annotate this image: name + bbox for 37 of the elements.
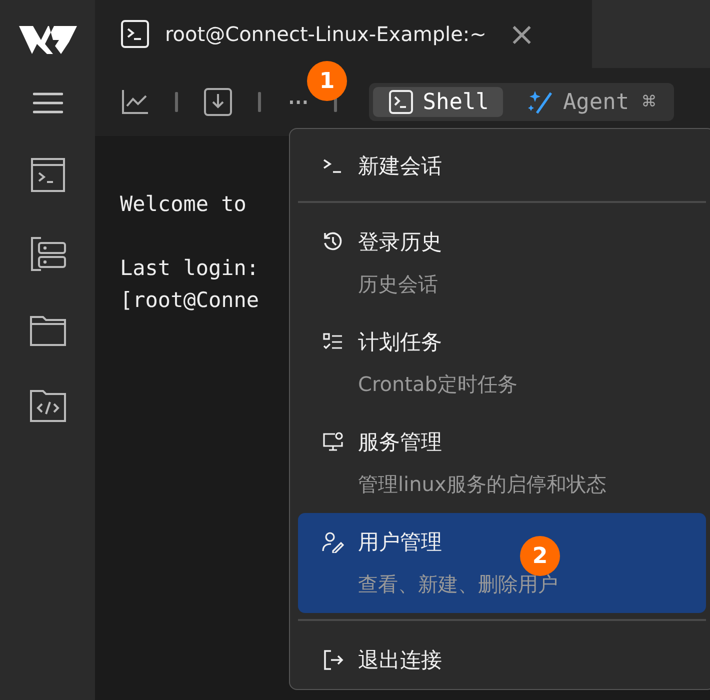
menu-item[interactable]: 服务管理 管理linux服务的启停和状态 (298, 413, 706, 513)
menu-item-title: 新建会话 (358, 153, 442, 179)
menu-item-title: 服务管理 (358, 429, 442, 455)
menu-item-title: 登录历史 (358, 229, 442, 255)
menu-icon[interactable] (32, 92, 62, 114)
menu-item-subtitle: Crontab定时任务 (358, 371, 518, 397)
menu-item[interactable]: 计划任务 Crontab定时任务 (298, 313, 706, 413)
server-icon[interactable] (28, 236, 66, 272)
mode-tab[interactable]: Shell (372, 87, 503, 117)
sparkle-icon (526, 89, 553, 115)
code-folder-icon[interactable] (30, 390, 66, 422)
monitor-gear-icon (322, 431, 344, 453)
session-tab[interactable]: root@Connect-Linux-Example:~ × (95, 0, 592, 68)
menu-item-title: 计划任务 (358, 329, 442, 355)
menu-item[interactable]: 退出连接 (298, 631, 706, 689)
logout-icon (322, 649, 344, 671)
mode-tab[interactable]: Agent ⌘ (510, 87, 670, 117)
terminal-icon (388, 90, 413, 114)
chart-icon[interactable] (121, 89, 149, 115)
terminal-icon (121, 20, 149, 48)
menu-item-subtitle: 管理linux服务的启停和状态 (358, 471, 606, 497)
menu-item[interactable]: 新建会话 (298, 137, 706, 195)
terminal-line: [root@Conne (120, 288, 260, 312)
terminal-line: Welcome to (120, 192, 246, 216)
menu-item[interactable]: 登录历史 历史会话 (298, 213, 706, 313)
menu-item-title: 退出连接 (358, 647, 442, 673)
user-edit-icon (322, 531, 344, 553)
tab-title: root@Connect-Linux-Example:~ (165, 22, 486, 46)
terminal-line: Last login: (120, 256, 260, 280)
folder-icon[interactable] (30, 316, 66, 346)
more-button[interactable]: ··· (287, 86, 308, 118)
terminal-icon[interactable] (30, 158, 64, 192)
history-icon (322, 231, 344, 253)
close-button[interactable]: × (508, 18, 536, 50)
menu-item-title: 用户管理 (358, 529, 442, 555)
download-icon[interactable] (204, 88, 232, 116)
menu-item-subtitle: 历史会话 (358, 271, 438, 297)
